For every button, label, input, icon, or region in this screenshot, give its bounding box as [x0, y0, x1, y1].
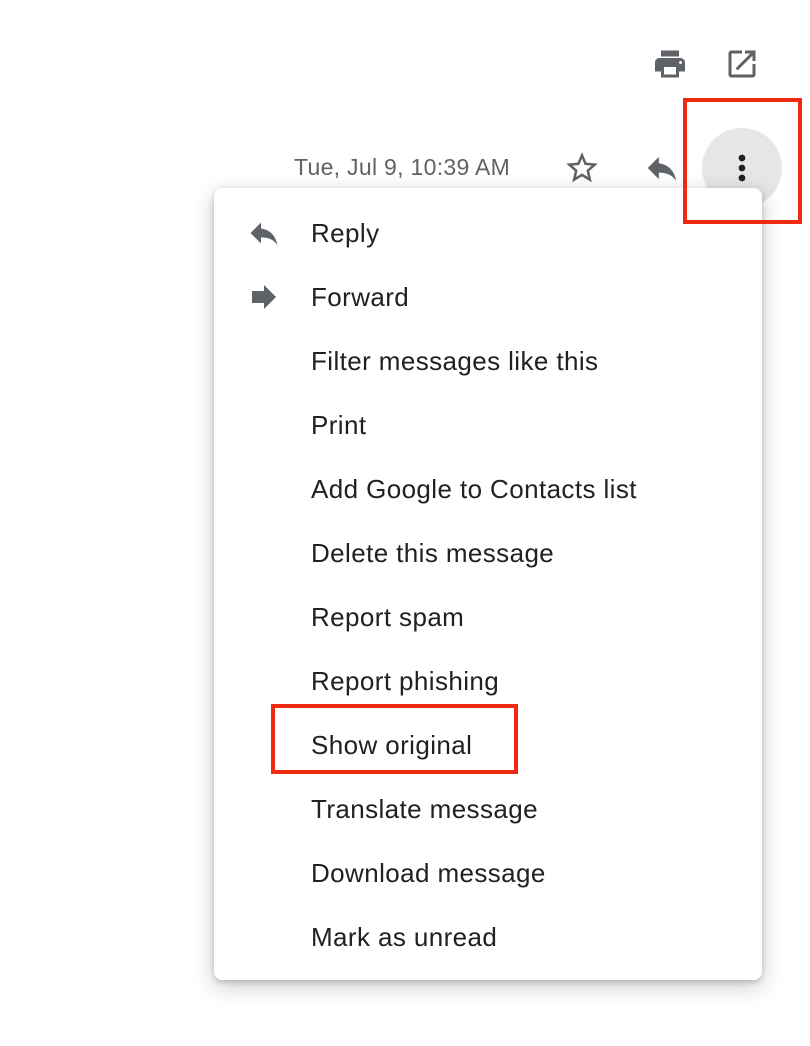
reply-icon — [246, 215, 282, 251]
reply-icon[interactable] — [638, 144, 686, 192]
menu-item-label: Forward — [311, 281, 410, 312]
menu-item-label: Add Google to Contacts list — [311, 473, 637, 504]
menu-item-delete-message[interactable]: Delete this message — [214, 521, 762, 585]
menu-item-label: Filter messages like this — [311, 345, 599, 376]
forward-icon — [246, 279, 282, 315]
menu-item-label: Print — [311, 409, 367, 440]
menu-item-report-spam[interactable]: Report spam — [214, 585, 762, 649]
print-icon[interactable] — [648, 42, 692, 86]
menu-item-translate-message[interactable]: Translate message — [214, 777, 762, 841]
menu-item-print[interactable]: Print — [214, 393, 762, 457]
menu-item-label: Delete this message — [311, 537, 555, 568]
menu-item-mark-unread[interactable]: Mark as unread — [214, 905, 762, 969]
menu-item-add-to-contacts[interactable]: Add Google to Contacts list — [214, 457, 762, 521]
menu-item-label: Report phishing — [311, 665, 500, 696]
email-message-view: Tue, Jul 9, 10:39 AM Reply Forward Filte… — [0, 0, 810, 1046]
message-timestamp: Tue, Jul 9, 10:39 AM — [294, 154, 511, 180]
more-options-menu: Reply Forward Filter messages like this … — [214, 188, 762, 980]
highlight-box-more-options — [683, 98, 802, 224]
open-in-new-window-icon[interactable] — [720, 42, 764, 86]
menu-item-filter-messages[interactable]: Filter messages like this — [214, 329, 762, 393]
menu-item-label: Mark as unread — [311, 921, 498, 952]
menu-item-forward[interactable]: Forward — [214, 265, 762, 329]
menu-item-label: Report spam — [311, 601, 465, 632]
menu-item-reply[interactable]: Reply — [214, 201, 762, 265]
star-icon[interactable] — [558, 144, 606, 192]
highlight-box-show-original — [271, 704, 518, 774]
menu-item-label: Translate message — [311, 793, 538, 824]
menu-item-label: Download message — [311, 857, 546, 888]
menu-item-label: Reply — [311, 217, 380, 248]
menu-item-download-message[interactable]: Download message — [214, 841, 762, 905]
